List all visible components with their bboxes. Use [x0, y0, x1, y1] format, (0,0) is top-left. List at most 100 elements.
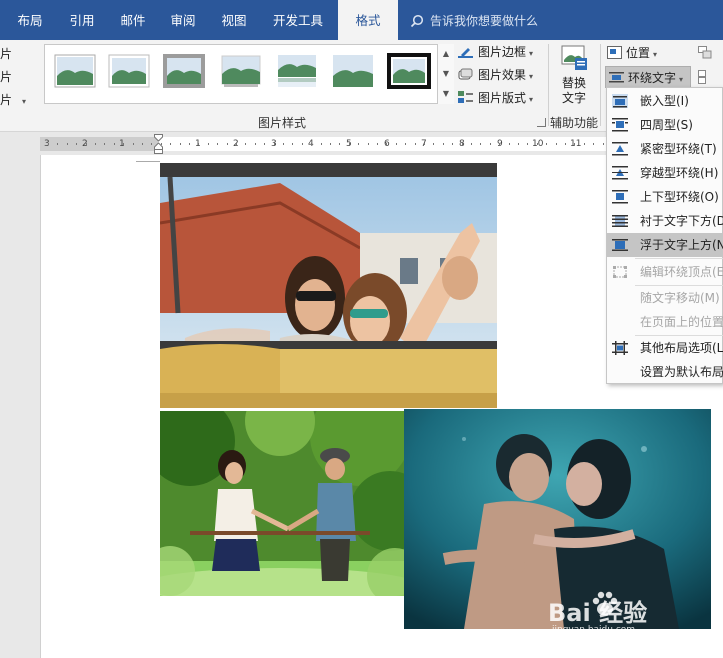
ruler-tick [292, 143, 293, 145]
menu-separator [635, 258, 723, 259]
picture-effects-button[interactable]: 图片效果 ▾ [458, 64, 533, 86]
photo-bus-tourists[interactable] [160, 163, 497, 408]
tab-format[interactable]: 格式 [338, 0, 398, 40]
ruler-tick [311, 143, 312, 145]
ruler-tick [368, 143, 369, 145]
ruler-tick [556, 143, 557, 145]
ruler-tick [574, 143, 575, 145]
tell-me-text: 告诉我你想要做什么 [430, 14, 539, 28]
wrap-text-button[interactable]: 环绕文字 ▾ [605, 66, 691, 88]
photo-garden-couple[interactable] [160, 411, 404, 596]
menu-item-behind-text[interactable]: 衬于文字下方(D) [607, 209, 723, 233]
menu-item-through[interactable]: 穿越型环绕(H) [607, 161, 723, 185]
ribbon-left-label-1[interactable]: 片 [0, 45, 12, 62]
picture-layout-icon [458, 91, 473, 103]
ruler-tick [76, 143, 77, 145]
baidu-watermark: Bai 经验 jingyan.baidu.com [548, 583, 698, 643]
position-icon [607, 46, 622, 59]
style-thumb-6[interactable] [332, 54, 374, 88]
search-icon [410, 14, 424, 28]
ruler-tick [227, 143, 228, 145]
menu-item-inline[interactable]: 嵌入型(I) [607, 89, 723, 113]
ruler-tick [170, 143, 171, 145]
indent-marker-icon[interactable] [154, 134, 163, 154]
style-thumb-4[interactable] [220, 54, 262, 88]
menu-item-more-layout-options[interactable]: 其他布局选项(L)... [607, 336, 723, 360]
margin-corner-mark [136, 161, 160, 162]
ruler-tick [593, 143, 594, 145]
ruler-tick [274, 143, 275, 145]
edit-wrap-points-icon [613, 266, 627, 278]
ruler-tick [198, 143, 199, 145]
style-thumb-5[interactable] [276, 54, 318, 88]
tab-mailings[interactable]: 邮件 [108, 0, 158, 40]
group-separator [548, 44, 549, 126]
ruler-tick [433, 143, 434, 145]
picture-border-button[interactable]: 图片边框 ▾ [458, 41, 533, 63]
ribbon-left-label-3[interactable]: 片 ▾ [0, 91, 26, 108]
style-thumb-3[interactable] [163, 54, 205, 88]
menu-item-label: 在页面上的位置固定(F) [640, 315, 723, 329]
gallery-scroll: ▲ ▼ ▼ [437, 44, 454, 104]
ribbon-tab-bar: 布局 引用 邮件 审阅 视图 开发工具 格式 告诉我你想要做什么 [0, 0, 723, 40]
ruler-tick [565, 143, 566, 145]
tab-view[interactable]: 视图 [208, 0, 260, 40]
style-thumb-7[interactable] [387, 53, 431, 89]
ruler-tick [48, 143, 49, 145]
ruler-tick [142, 143, 143, 145]
ruler-tick [546, 143, 547, 145]
tab-developer[interactable]: 开发工具 [260, 0, 336, 40]
menu-item-square[interactable]: 四周型(S) [607, 113, 723, 137]
gallery-up-icon[interactable]: ▲ [438, 44, 454, 64]
ruler-tick [518, 143, 519, 145]
menu-item-label: 其他布局选项(L)... [640, 341, 723, 355]
ruler-tick [95, 143, 96, 145]
menu-item-edit-wrap-points[interactable]: 编辑环绕顶点(E) [607, 260, 723, 284]
menu-item-set-default-layout[interactable]: 设置为默认布局(A) [607, 360, 723, 384]
style-thumb-2[interactable] [108, 54, 150, 88]
ruler-tick [443, 143, 444, 145]
menu-item-label: 上下型环绕(O) [640, 190, 719, 204]
style-thumb-1[interactable] [54, 54, 96, 88]
menu-item-in-front-of-text[interactable]: 浮于文字上方(N) [607, 233, 723, 257]
tab-review[interactable]: 审阅 [158, 0, 208, 40]
tell-me-search[interactable]: 告诉我你想要做什么 [410, 0, 538, 40]
ruler-tick [396, 143, 397, 145]
menu-item-top-bottom[interactable]: 上下型环绕(O) [607, 185, 723, 209]
tab-references[interactable]: 引用 [56, 0, 108, 40]
position-label: 位置 [626, 46, 651, 60]
ruler-tick [509, 143, 510, 145]
ruler-tick [208, 143, 209, 145]
ribbon-left-label-2[interactable]: 片 [0, 68, 12, 85]
gallery-more-icon[interactable]: ▼ [438, 84, 454, 104]
menu-item-move-with-text[interactable]: 随文字移动(M) [607, 286, 723, 310]
position-button[interactable]: 位置 ▾ [607, 42, 657, 64]
gallery-down-icon[interactable]: ▼ [438, 64, 454, 84]
ruler-tick [349, 143, 350, 145]
alt-text-button[interactable]: 替换 文字 [553, 44, 595, 106]
alt-text-label-2: 文字 [561, 91, 586, 105]
ruler-tick [499, 143, 500, 145]
picture-effects-icon [458, 68, 473, 80]
selection-pane-button[interactable] [698, 42, 715, 64]
menu-item-label: 四周型(S) [640, 118, 693, 132]
ruler-tick [255, 143, 256, 145]
ruler-tick [321, 143, 322, 145]
ruler-tick [490, 143, 491, 145]
selection-pane-icon-2 [698, 70, 706, 84]
dialog-launcher-icon[interactable] [537, 118, 546, 127]
ruler-tick [377, 143, 378, 145]
ruler-tick [264, 143, 265, 145]
menu-item-label: 衬于文字下方(D) [640, 214, 723, 228]
menu-item-tight[interactable]: 紧密型环绕(T) [607, 137, 723, 161]
picture-border-label: 图片边框 [478, 45, 527, 59]
ruler-tick [245, 143, 246, 145]
ruler-tick [151, 143, 152, 145]
ruler-tick [424, 143, 425, 145]
ruler-tick [67, 143, 68, 145]
picture-layout-button[interactable]: 图片版式 ▾ [458, 87, 533, 109]
ruler-tick [283, 143, 284, 145]
menu-item-label: 编辑环绕顶点(E) [640, 265, 723, 279]
tab-layout[interactable]: 布局 [4, 0, 56, 40]
menu-item-fix-position[interactable]: 在页面上的位置固定(F) [607, 310, 723, 334]
